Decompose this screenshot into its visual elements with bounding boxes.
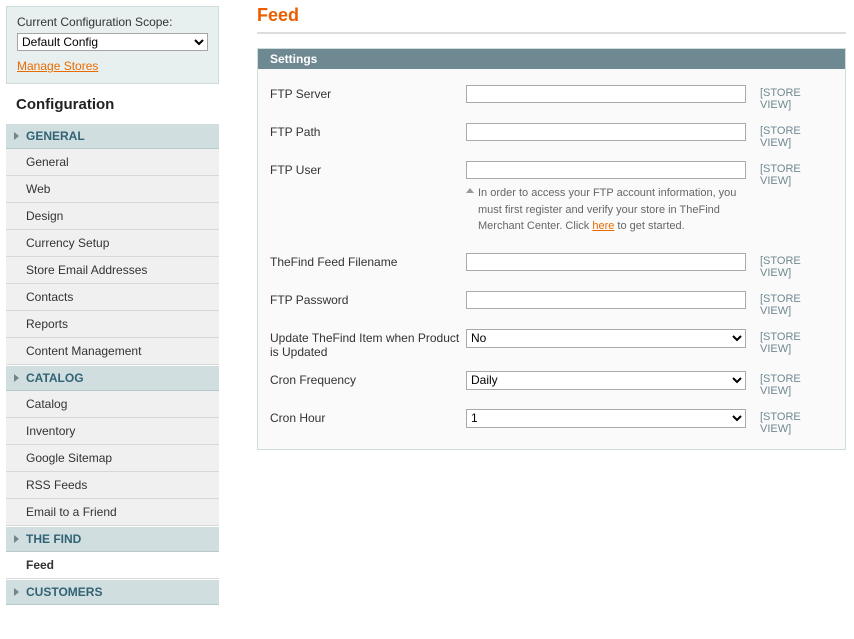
scope-label: Current Configuration Scope: (17, 15, 208, 29)
nav-item-email-to-a-friend[interactable]: Email to a Friend (6, 499, 219, 526)
settings-panel-header[interactable]: Settings (258, 49, 845, 69)
nav-item-contacts[interactable]: Contacts (6, 284, 219, 311)
nav-header-the-find[interactable]: THE FIND (6, 526, 219, 552)
ftp-server-label: FTP Server (270, 85, 466, 101)
ftp-user-input[interactable] (466, 161, 746, 179)
nav-item-feed[interactable]: Feed (6, 552, 219, 579)
ftp-server-input[interactable] (466, 85, 746, 103)
nav-item-inventory[interactable]: Inventory (6, 418, 219, 445)
title-rule (257, 32, 846, 34)
scope-tag: [STORE VIEW] (760, 329, 833, 355)
nav-item-catalog[interactable]: Catalog (6, 391, 219, 418)
ftp-path-input[interactable] (466, 123, 746, 141)
update-item-label: Update TheFind Item when Product is Upda… (270, 329, 466, 359)
scope-switcher: Current Configuration Scope: Default Con… (6, 6, 219, 84)
cron-hour-label: Cron Hour (270, 409, 466, 425)
ftp-path-label: FTP Path (270, 123, 466, 139)
config-heading: Configuration (6, 84, 219, 123)
nav-item-rss-feeds[interactable]: RSS Feeds (6, 472, 219, 499)
ftp-password-input[interactable] (466, 291, 746, 309)
feed-filename-label: TheFind Feed Filename (270, 253, 466, 269)
nav-item-content-management[interactable]: Content Management (6, 338, 219, 365)
settings-panel: Settings FTP Server [STORE VIEW] FTP Pat… (257, 48, 846, 450)
nav-header-customers[interactable]: CUSTOMERS (6, 579, 219, 605)
scope-tag: [STORE VIEW] (760, 291, 833, 317)
cron-frequency-select[interactable]: DailyWeeklyMonthly (466, 371, 746, 390)
cron-frequency-label: Cron Frequency (270, 371, 466, 387)
scope-tag: [STORE VIEW] (760, 85, 833, 111)
cron-hour-select[interactable]: 01234567891011121314151617181920212223 (466, 409, 746, 428)
register-here-link[interactable]: here (592, 220, 614, 232)
nav-header-general[interactable]: GENERAL (6, 123, 219, 149)
nav-item-design[interactable]: Design (6, 203, 219, 230)
page-title: Feed (257, 5, 846, 26)
feed-filename-input[interactable] (466, 253, 746, 271)
scope-tag: [STORE VIEW] (760, 409, 833, 435)
scope-select[interactable]: Default Config (17, 33, 208, 51)
nav-item-google-sitemap[interactable]: Google Sitemap (6, 445, 219, 472)
nav-header-catalog[interactable]: CATALOG (6, 365, 219, 391)
scope-tag: [STORE VIEW] (760, 123, 833, 149)
nav-item-web[interactable]: Web (6, 176, 219, 203)
nav-item-general[interactable]: General (6, 149, 219, 176)
scope-tag: [STORE VIEW] (760, 371, 833, 397)
ftp-password-label: FTP Password (270, 291, 466, 307)
nav-item-store-email-addresses[interactable]: Store Email Addresses (6, 257, 219, 284)
nav-item-currency-setup[interactable]: Currency Setup (6, 230, 219, 257)
manage-stores-link[interactable]: Manage Stores (17, 59, 98, 73)
nav-item-reports[interactable]: Reports (6, 311, 219, 338)
config-nav: GENERALGeneralWebDesignCurrency SetupSto… (6, 123, 219, 605)
update-item-select[interactable]: NoYes (466, 329, 746, 348)
ftp-user-note: In order to access your FTP account info… (466, 185, 746, 235)
scope-tag: [STORE VIEW] (760, 161, 833, 187)
ftp-user-label: FTP User (270, 161, 466, 177)
scope-tag: [STORE VIEW] (760, 253, 833, 279)
